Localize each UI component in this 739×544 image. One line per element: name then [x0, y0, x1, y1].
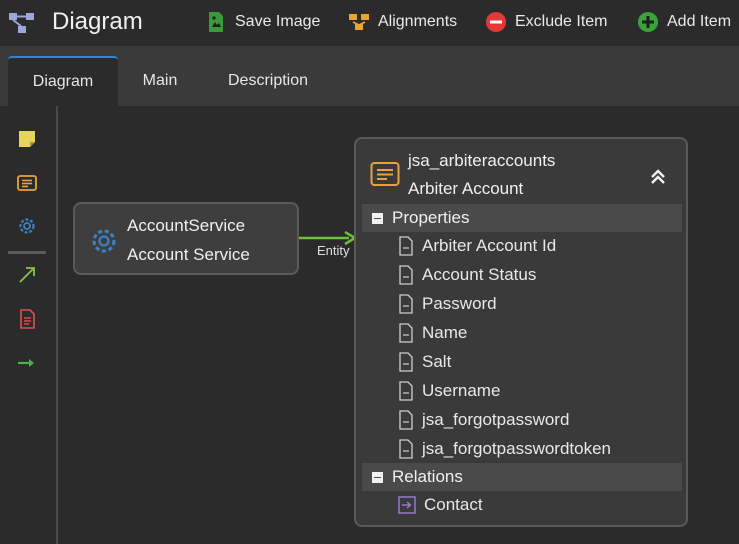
property-icon: [399, 410, 413, 430]
properties-header-label: Properties: [392, 208, 470, 227]
property-label: Salt: [422, 352, 452, 371]
entity-node[interactable]: jsa_arbiteraccounts Arbiter Account Prop…: [354, 137, 688, 527]
property-icon: [399, 352, 413, 372]
collapse-minus-icon[interactable]: [372, 212, 383, 224]
tab-main-label: Main: [142, 72, 178, 89]
palette-relation[interactable]: [16, 264, 38, 286]
tab-diagram[interactable]: Diagram: [8, 56, 118, 106]
property-label: Arbiter Account Id: [422, 236, 557, 255]
property-label: Name: [422, 323, 468, 342]
property-row[interactable]: jsa_forgotpassword: [398, 407, 569, 433]
entity-icon: [370, 162, 400, 186]
service-gear-icon: [19, 218, 35, 234]
service-name: AccountService: [127, 216, 246, 235]
app-title: Diagram: [52, 8, 143, 35]
relation-link-icon: [398, 496, 416, 514]
property-row[interactable]: Arbiter Account Id: [398, 233, 556, 259]
tab-description-label: Description: [227, 72, 309, 89]
property-icon: [399, 381, 413, 401]
property-row[interactable]: Password: [398, 291, 497, 317]
tab-main[interactable]: Main: [120, 56, 200, 106]
service-label: Account Service: [127, 245, 250, 264]
document-icon: [20, 309, 35, 329]
property-row[interactable]: Salt: [398, 349, 451, 375]
arrow-diagonal-icon: [19, 267, 35, 283]
diagram-app-icon: [9, 13, 34, 33]
tab-description[interactable]: Description: [206, 56, 330, 106]
relations-header-label: Relations: [392, 467, 463, 486]
collapse-minus-icon[interactable]: [372, 471, 383, 483]
tool-palette: [0, 106, 58, 544]
palette-entity[interactable]: [16, 172, 38, 194]
save-image-button[interactable]: Save Image: [205, 10, 320, 34]
relation-label: Contact: [424, 495, 483, 514]
save-image-icon: [209, 12, 223, 32]
property-label: Username: [422, 381, 501, 400]
alignments-label: Alignments: [378, 13, 458, 30]
entity-name: jsa_arbiteraccounts: [408, 151, 556, 170]
arrow-right-icon: [18, 359, 34, 367]
alignments-button[interactable]: Alignments: [348, 10, 457, 34]
palette-document[interactable]: [16, 308, 38, 330]
palette-flow[interactable]: [16, 352, 38, 374]
relation-row[interactable]: Contact: [398, 492, 483, 518]
tab-bar: Diagram Main Description: [0, 46, 739, 106]
property-icon: [399, 323, 413, 343]
add-icon: [638, 12, 658, 32]
sticky-note-icon: [19, 131, 35, 147]
property-label: jsa_forgotpasswordtoken: [422, 439, 612, 458]
add-item-label: Add Item: [667, 13, 732, 30]
relations-section-header[interactable]: Relations: [362, 463, 682, 491]
exclude-item-label: Exclude Item: [515, 13, 608, 30]
property-label: jsa_forgotpassword: [422, 410, 570, 429]
exclude-icon: [486, 12, 506, 32]
save-image-label: Save Image: [235, 13, 321, 30]
connector-label: Entity: [317, 243, 350, 258]
tab-diagram-label: Diagram: [32, 73, 94, 90]
property-label: Account Status: [422, 265, 537, 284]
service-node[interactable]: AccountService Account Service: [73, 202, 299, 275]
entity-icon: [17, 175, 37, 191]
palette-service[interactable]: [16, 215, 38, 237]
alignments-icon: [349, 14, 369, 30]
property-row[interactable]: Account Status: [398, 262, 536, 288]
top-toolbar: Diagram Save Image Alignments Exclude It…: [0, 0, 739, 46]
property-row[interactable]: jsa_forgotpasswordtoken: [398, 436, 611, 462]
property-row[interactable]: Name: [398, 320, 467, 346]
property-icon: [399, 265, 413, 285]
add-item-button[interactable]: Add Item: [637, 10, 731, 34]
property-icon: [399, 236, 413, 256]
palette-separator: [8, 251, 46, 254]
property-row[interactable]: Username: [398, 378, 500, 404]
property-icon: [399, 439, 413, 459]
entity-label: Arbiter Account: [408, 179, 524, 198]
properties-section-header[interactable]: Properties: [362, 204, 682, 232]
property-icon: [399, 294, 413, 314]
collapse-chevron-icon[interactable]: [648, 167, 668, 187]
exclude-item-button[interactable]: Exclude Item: [485, 10, 607, 34]
gear-icon: [92, 229, 116, 253]
property-label: Password: [422, 294, 497, 313]
palette-sticky-note[interactable]: [16, 128, 38, 150]
